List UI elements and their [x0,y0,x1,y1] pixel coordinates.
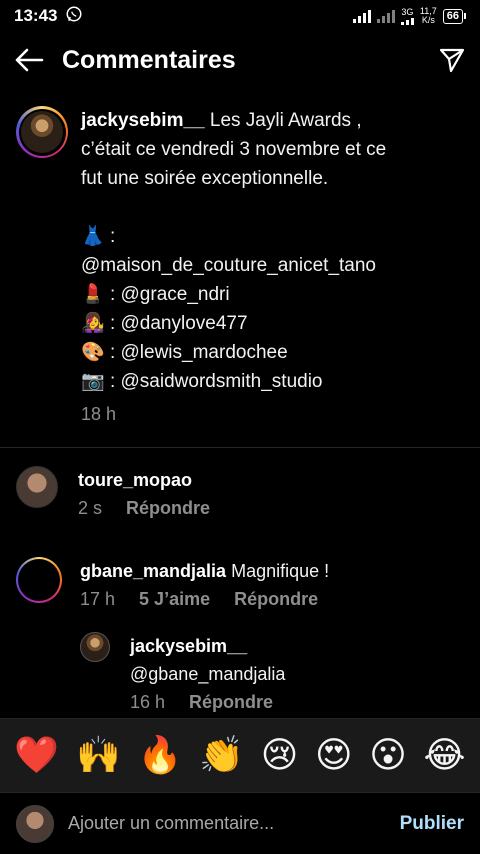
avatar[interactable] [16,466,58,508]
caption-line: Les Jayli Awards , [209,110,362,131]
comment-input[interactable] [68,813,390,834]
heart-emoji[interactable]: ❤️ [14,735,59,776]
whatsapp-icon [65,5,83,28]
status-bar: 13:43 3G 11,7 K/s 66 [0,0,480,32]
reply-time: 16 h [130,692,166,712]
fire-emoji[interactable]: 🔥 [138,735,183,776]
crying-emoji[interactable]: 😢 [261,735,299,776]
reply-button[interactable]: Répondre [234,589,318,610]
network-speed: 11,7 K/s [419,6,437,25]
comment-item: toure_mopao 2 s Répondre [0,466,480,519]
comment-username[interactable]: gbane_mandjalia [80,561,226,581]
raised-hands-emoji[interactable]: 🙌 [76,735,121,776]
heart-eyes-emoji[interactable]: 😍 [315,735,353,776]
reply-username[interactable]: jackysebim__ [130,636,247,656]
reply-button[interactable]: Répondre [189,692,273,713]
post-username[interactable]: jackysebim__ [81,110,205,131]
comment-text: Magnifique ! [231,561,330,581]
header: Commentaires [0,38,480,82]
comment-composer: Publier [0,792,480,854]
surprised-emoji[interactable]: 😮 [369,735,407,776]
signal-icon [352,9,371,23]
credit-line[interactable]: @maison_de_couture_anicet_tano [81,251,386,280]
post-time: 18 h [81,404,117,424]
signal-icon-2 [376,9,395,23]
clapping-emoji[interactable]: 👏 [199,735,244,776]
avatar[interactable] [16,557,62,603]
laughing-emoji[interactable]: 😂 [424,735,466,776]
reply-item: jackysebim__ @gbane_mandjalia 16 h Répon… [0,632,480,713]
status-time: 13:43 [14,6,58,25]
caption-line: c’était ce vendredi 3 novembre et ce [81,139,387,160]
avatar [16,804,54,843]
credit-line[interactable]: 💄 : @grace_ndri [81,280,386,309]
credit-line: 👗 : [81,226,116,247]
avatar[interactable] [80,632,110,662]
comment-time: 17 h [80,589,116,609]
reply-button[interactable]: Répondre [126,498,210,519]
divider [0,447,480,448]
credit-line[interactable]: 🎨 : @lewis_mardochee [81,338,386,367]
comment-time: 2 s [78,498,103,518]
comment-item: gbane_mandjalia Magnifique ! 17 h 5 J’ai… [0,557,480,610]
caption-line: fut une soirée exceptionnelle. [81,168,329,189]
send-icon[interactable] [438,46,466,74]
likes-count[interactable]: 5 J’aime [139,589,210,610]
emoji-bar: ❤️ 🙌 🔥 👏 😢 😍 😮 😂 [0,718,480,792]
credit-line[interactable]: 👩‍🎤 : @danylove477 [81,309,386,338]
battery-level: 66 [442,8,463,24]
page-title: Commentaires [62,45,236,74]
avatar[interactable] [16,106,68,158]
credit-line[interactable]: 📷 : @saidwordsmith_studio [81,367,386,396]
comments-feed[interactable]: jackysebim__ Les Jayli Awards , c’était … [0,96,480,718]
reply-text[interactable]: @gbane_mandjalia [130,660,285,688]
battery-icon: 66 [442,8,466,24]
publish-button[interactable]: Publier [400,813,464,835]
network-type: 3G [400,7,414,25]
back-arrow-icon[interactable] [14,48,44,72]
comment-username[interactable]: toure_mopao [78,470,192,490]
post-caption: jackysebim__ Les Jayli Awards , c’était … [0,96,480,429]
